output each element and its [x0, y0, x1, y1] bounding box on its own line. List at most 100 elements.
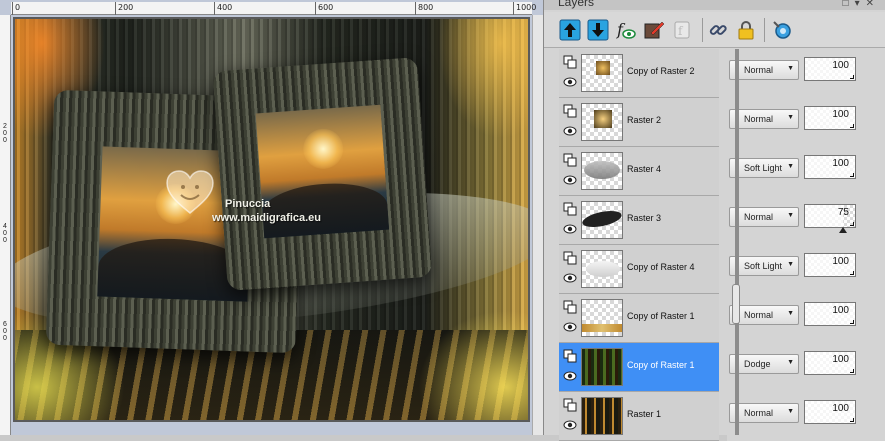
layer-name-cell[interactable]: Raster 2 — [559, 98, 719, 147]
blend-mode-dropdown[interactable]: Soft Light ▼ — [729, 256, 799, 276]
layer-controls: Dodge ▼ 100 — [727, 343, 885, 392]
layer-row[interactable]: Copy of Raster 4 Soft Light ▼ 100 — [559, 245, 885, 294]
blend-mode-dropdown[interactable]: Normal ▼ — [729, 109, 799, 129]
layer-controls: Normal ▼ 100 — [727, 392, 885, 441]
opacity-pointer-icon[interactable] — [838, 227, 847, 233]
opacity-corner-icon — [850, 369, 854, 373]
blend-mode-dropdown[interactable]: Dodge ▼ — [729, 354, 799, 374]
visibility-eye-icon[interactable] — [563, 222, 577, 236]
layer-controls: Soft Light ▼ 100 — [727, 147, 885, 196]
ruler-label: 200 — [118, 3, 134, 12]
layer-group-icon[interactable] — [563, 55, 577, 69]
ruler-label: 0 — [3, 237, 7, 244]
layer-thumbnail[interactable] — [581, 397, 623, 435]
thumbnail-content — [586, 261, 620, 277]
move-layer-down-icon[interactable] — [586, 18, 610, 42]
layer-name-cell[interactable]: Raster 3 — [559, 196, 719, 245]
blend-mode-dropdown[interactable]: Soft Light ▼ — [729, 158, 799, 178]
opacity-slider[interactable]: 75 — [804, 204, 856, 233]
layer-group-icon[interactable] — [563, 300, 577, 314]
chevron-down-icon: ▼ — [787, 212, 794, 219]
blend-mode-dropdown[interactable]: Normal ▼ — [729, 403, 799, 423]
visibility-toggle-icon[interactable]: f — [614, 18, 638, 42]
layer-name: Copy of Raster 1 — [627, 360, 695, 370]
palette-header: Layers □▾✕ — [544, 0, 885, 10]
visibility-eye-icon[interactable] — [563, 418, 577, 432]
visibility-eye-icon[interactable] — [563, 124, 577, 138]
thumbnail-content — [582, 207, 622, 231]
opacity-fill — [805, 205, 843, 227]
layer-row[interactable]: Raster 1 Normal ▼ 100 — [559, 392, 885, 441]
opacity-value: 100 — [832, 354, 849, 365]
layer-group-icon[interactable] — [563, 202, 577, 216]
ruler-label: 0 — [15, 3, 21, 12]
opacity-slider[interactable]: 100 — [804, 351, 856, 375]
edit-selection-icon[interactable] — [642, 18, 666, 42]
mask-icon[interactable]: f — [670, 18, 694, 42]
layer-thumbnail[interactable] — [581, 152, 623, 190]
layer-name: Raster 2 — [627, 115, 662, 125]
layer-thumbnail[interactable] — [581, 54, 623, 92]
layer-thumbnail[interactable] — [581, 201, 623, 239]
column-split-handle[interactable] — [732, 284, 740, 324]
layer-group-icon[interactable] — [563, 153, 577, 167]
layer-thumbnail[interactable] — [581, 348, 623, 386]
opacity-slider[interactable]: 100 — [804, 57, 856, 81]
layer-row[interactable]: Raster 2 Normal ▼ 100 — [559, 98, 885, 147]
layer-toggles — [563, 202, 577, 238]
layer-group-icon[interactable] — [563, 349, 577, 363]
palette-menu-icons[interactable]: □▾✕ — [843, 0, 880, 9]
layer-thumbnail[interactable] — [581, 250, 623, 288]
opacity-slider[interactable]: 100 — [804, 253, 856, 277]
visibility-eye-icon[interactable] — [563, 320, 577, 334]
layer-name-cell[interactable]: Raster 4 — [559, 147, 719, 196]
move-layer-up-icon[interactable] — [558, 18, 582, 42]
visibility-eye-icon[interactable] — [563, 369, 577, 383]
layer-properties-icon[interactable] — [770, 18, 794, 42]
layer-row[interactable]: Copy of Raster 2 Normal ▼ 100 — [559, 49, 885, 98]
layer-group-icon[interactable] — [563, 398, 577, 412]
opacity-slider[interactable]: 100 — [804, 155, 856, 179]
ruler-label: 0 — [3, 130, 7, 137]
layer-row[interactable]: Raster 3 Normal ▼ 75 — [559, 196, 885, 245]
layer-group-icon[interactable] — [563, 251, 577, 265]
layer-name-cell[interactable]: Copy of Raster 1 — [559, 294, 719, 343]
layer-thumbnail[interactable] — [581, 103, 623, 141]
layer-name-cell[interactable]: Raster 1 — [559, 392, 719, 441]
blend-mode-dropdown[interactable]: Normal ▼ — [729, 60, 799, 80]
visibility-eye-icon[interactable] — [563, 173, 577, 187]
layer-name-cell[interactable]: Copy of Raster 4 — [559, 245, 719, 294]
layer-thumbnail[interactable] — [581, 299, 623, 337]
watermark-name: Pinuccia — [225, 198, 271, 210]
palette-title: Layers — [558, 0, 595, 9]
document-image[interactable]: Pinuccia www.maidigrafica.eu — [13, 17, 530, 422]
blend-mode-dropdown[interactable]: Normal ▼ — [729, 207, 799, 227]
thumbnail-content — [582, 349, 622, 385]
opacity-slider[interactable]: 100 — [804, 106, 856, 130]
layer-row[interactable]: Copy of Raster 1 Dodge ▼ 100 — [559, 343, 885, 392]
restore-icon[interactable]: □ — [843, 0, 855, 9]
menu-arrow-icon[interactable]: ▾ — [855, 0, 866, 9]
blend-mode-label: Dodge — [744, 359, 771, 369]
layer-row[interactable]: Copy of Raster 1 Normal ▼ 100 — [559, 294, 885, 343]
opacity-corner-icon — [850, 320, 854, 324]
layers-palette: Layers □▾✕ f f Copy of Raster 2 Normal ▼… — [543, 0, 885, 441]
chevron-down-icon: ▼ — [787, 408, 794, 415]
layer-controls: Normal ▼ 100 — [727, 294, 885, 343]
vertical-scrollbar[interactable] — [532, 15, 543, 435]
visibility-eye-icon[interactable] — [563, 75, 577, 89]
visibility-eye-icon[interactable] — [563, 271, 577, 285]
layer-row[interactable]: Raster 4 Soft Light ▼ 100 — [559, 147, 885, 196]
image-canvas-area[interactable]: 0 200 400 600 800 1000 2 0 0 4 0 0 6 0 0 — [0, 0, 543, 435]
ruler-label: 600 — [318, 3, 334, 12]
layer-name-cell[interactable]: Copy of Raster 2 — [559, 49, 719, 98]
chevron-down-icon: ▼ — [787, 65, 794, 72]
opacity-slider[interactable]: 100 — [804, 302, 856, 326]
layer-group-icon[interactable] — [563, 104, 577, 118]
layer-name-cell[interactable]: Copy of Raster 1 — [559, 343, 719, 392]
opacity-slider[interactable]: 100 — [804, 400, 856, 424]
lock-icon[interactable] — [734, 18, 758, 42]
close-icon[interactable]: ✕ — [866, 0, 880, 9]
link-icon[interactable] — [706, 18, 730, 42]
vertical-ruler: 2 0 0 4 0 0 6 0 0 — [0, 15, 11, 435]
